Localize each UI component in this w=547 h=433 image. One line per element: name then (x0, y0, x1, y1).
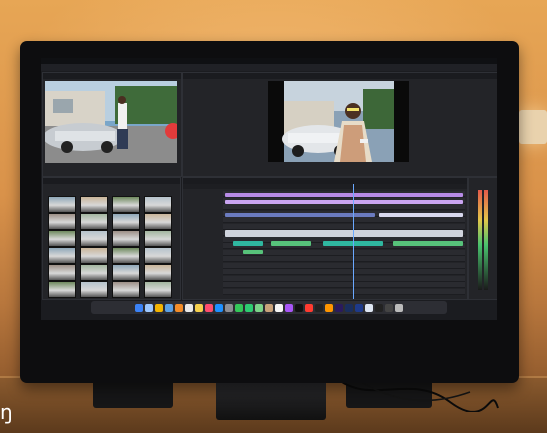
settings-icon[interactable] (225, 303, 233, 312)
footage-thumbnail[interactable] (112, 196, 140, 213)
news-icon[interactable] (305, 303, 313, 312)
dock (91, 301, 447, 314)
music-icon[interactable] (205, 303, 213, 312)
timeline-clip[interactable] (233, 241, 263, 246)
reminders-icon[interactable] (275, 303, 283, 312)
timeline-clip[interactable] (271, 241, 311, 246)
track-lane[interactable] (223, 217, 465, 223)
notes-icon[interactable] (195, 303, 203, 312)
footage-thumbnail[interactable] (48, 196, 76, 213)
footage-thumbnail[interactable] (80, 230, 108, 247)
project-panel (42, 177, 181, 300)
footage-thumbnail[interactable] (80, 264, 108, 281)
photo-scene: ŋ (0, 0, 547, 433)
track-lane[interactable] (223, 256, 465, 262)
footage-thumbnail[interactable] (80, 213, 108, 230)
track-lane[interactable] (223, 275, 465, 282)
source-frame (45, 81, 177, 163)
timeline-clip[interactable] (379, 213, 463, 217)
preview-icon[interactable] (365, 303, 373, 312)
timeline-clip[interactable] (225, 230, 463, 237)
footage-thumbnail[interactable] (48, 247, 76, 264)
maps-icon[interactable] (255, 303, 263, 312)
footage-thumbnail[interactable] (144, 264, 172, 281)
audio-meter-left (478, 190, 482, 290)
track-lane[interactable] (223, 262, 465, 269)
footage-thumbnail[interactable] (144, 213, 172, 230)
track-lane[interactable] (223, 223, 465, 230)
appstore-icon[interactable] (215, 303, 223, 312)
footage-thumbnail[interactable] (80, 281, 108, 298)
project-tabs (43, 178, 180, 184)
timeline-clip[interactable] (225, 193, 463, 197)
footage-thumbnail[interactable] (144, 230, 172, 247)
timeline-clip[interactable] (243, 250, 263, 254)
calendar-icon[interactable] (185, 303, 193, 312)
timeline-clip[interactable] (393, 241, 463, 246)
screen (41, 58, 497, 320)
facetime-icon[interactable] (245, 303, 253, 312)
premiere-icon[interactable] (335, 303, 343, 312)
chrome-icon[interactable] (155, 303, 163, 312)
messages-icon[interactable] (235, 303, 243, 312)
timeline-panel (182, 177, 468, 300)
activity-icon[interactable] (385, 303, 393, 312)
footage-thumbnail[interactable] (112, 281, 140, 298)
mail-icon[interactable] (165, 303, 173, 312)
program-frame (268, 81, 409, 162)
monitor-stand (216, 380, 326, 420)
footage-thumbnail[interactable] (48, 264, 76, 281)
audio-meters-panel (468, 177, 497, 300)
footage-thumbnail[interactable] (112, 264, 140, 281)
source-tabs (43, 73, 181, 79)
finder-icon[interactable] (135, 303, 143, 312)
timeline-clip[interactable] (225, 200, 463, 204)
footage-thumbnail[interactable] (80, 247, 108, 264)
track-lane[interactable] (223, 282, 465, 288)
track-lane[interactable] (223, 269, 465, 275)
footage-thumbnail[interactable] (144, 196, 172, 213)
photos-icon[interactable] (175, 303, 183, 312)
trash-icon[interactable] (395, 303, 403, 312)
podcasts-icon[interactable] (285, 303, 293, 312)
lightroom-icon[interactable] (345, 303, 353, 312)
track-lane[interactable] (223, 288, 465, 295)
photoshop-icon[interactable] (355, 303, 363, 312)
lamp (519, 110, 547, 144)
footage-thumbnail[interactable] (144, 247, 172, 264)
footage-thumbnail[interactable] (48, 281, 76, 298)
audio-meter-right (484, 190, 488, 290)
tv-icon[interactable] (295, 303, 303, 312)
footage-thumbnail[interactable] (112, 247, 140, 264)
footage-thumbnail[interactable] (80, 196, 108, 213)
footage-thumbnail[interactable] (112, 230, 140, 247)
stocks-icon[interactable] (315, 303, 323, 312)
footage-thumbnail[interactable] (144, 281, 172, 298)
track-lane[interactable] (223, 204, 465, 210)
program-tabs (183, 73, 497, 79)
safari-icon[interactable] (145, 303, 153, 312)
footage-thumbnail[interactable] (112, 213, 140, 230)
footage-thumbnail[interactable] (48, 213, 76, 230)
terminal-icon[interactable] (375, 303, 383, 312)
workspace-bar (41, 64, 497, 71)
contacts-icon[interactable] (265, 303, 273, 312)
books-icon[interactable] (325, 303, 333, 312)
time-ruler[interactable] (183, 184, 467, 189)
source-monitor-panel (42, 72, 182, 177)
corner-glyph: ŋ (0, 400, 13, 424)
playhead[interactable] (353, 184, 354, 299)
footage-thumbnail[interactable] (48, 230, 76, 247)
program-monitor-panel (182, 72, 497, 177)
